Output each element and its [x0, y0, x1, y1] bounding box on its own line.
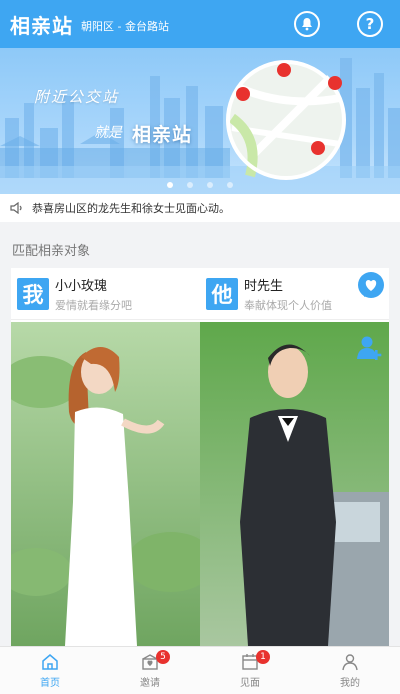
add-friend-icon[interactable] [356, 334, 384, 362]
tab-label: 见面 [240, 678, 260, 689]
announcement-text: 恭喜房山区的龙先生和徐女士见面心动。 [32, 202, 230, 215]
tab-label: 我的 [340, 678, 360, 689]
announcement-bar[interactable]: 恭喜房山区的龙先生和徐女士见面心动。 [0, 194, 400, 222]
person-icon [342, 654, 358, 671]
card-name: 时先生 [244, 278, 284, 294]
bell-icon[interactable] [294, 11, 320, 37]
meet-count-badge: 1 [256, 650, 270, 664]
carousel-dot[interactable] [227, 182, 233, 188]
carousel-dots[interactable] [0, 182, 400, 188]
card-motto: 爱情就看缘分吧 [55, 298, 132, 312]
help-icon[interactable]: ? [357, 11, 383, 37]
self-badge: 我 [17, 277, 49, 310]
carousel-dot[interactable] [207, 182, 213, 188]
tab-home[interactable]: 首页 [0, 647, 100, 694]
tab-label: 邀请 [140, 678, 160, 689]
tab-meet[interactable]: 1 见面 [200, 647, 300, 694]
promo-banner[interactable]: 附近公交站 就是 相亲站 [0, 48, 400, 194]
card-header: 我 小小玫瑰 爱情就看缘分吧 [11, 268, 200, 320]
carousel-dot[interactable] [187, 182, 193, 188]
top-bar: 相亲站 朝阳区 - 金台路站 ? [0, 0, 400, 48]
heart-chat-icon[interactable] [356, 271, 386, 301]
tab-invite[interactable]: 5 邀请 [100, 647, 200, 694]
help-glyph: ? [365, 15, 375, 33]
section-title: 匹配相亲对象 [12, 244, 91, 259]
candidate-badge: 他 [206, 277, 238, 310]
banner-headline: 附近公交站 [34, 88, 120, 106]
location-label[interactable]: 朝阳区 - 金台路站 [81, 18, 169, 34]
invite-count-badge: 5 [156, 650, 170, 664]
banner-brand: 相亲站 [132, 124, 193, 146]
card-name: 小小玫瑰 [55, 278, 108, 294]
speaker-icon [10, 202, 22, 214]
bottom-tab-bar: 首页 5 邀请 1 见面 我的 [0, 646, 400, 694]
city-skyline-illustration [0, 58, 400, 194]
tab-label: 首页 [40, 678, 60, 689]
match-card-candidate[interactable]: 他 时先生 奉献体现个人价值 [200, 268, 389, 646]
card-motto: 奉献体现个人价值 [244, 298, 332, 312]
carousel-dot[interactable] [167, 182, 173, 188]
home-icon [42, 654, 58, 670]
match-card-self[interactable]: 我 小小玫瑰 爱情就看缘分吧 [11, 268, 200, 646]
profile-photo[interactable] [11, 322, 200, 646]
banner-subline: 就是 [94, 125, 122, 141]
profile-photo[interactable] [200, 322, 389, 646]
tab-me[interactable]: 我的 [300, 647, 400, 694]
app-title: 相亲站 [10, 13, 73, 38]
